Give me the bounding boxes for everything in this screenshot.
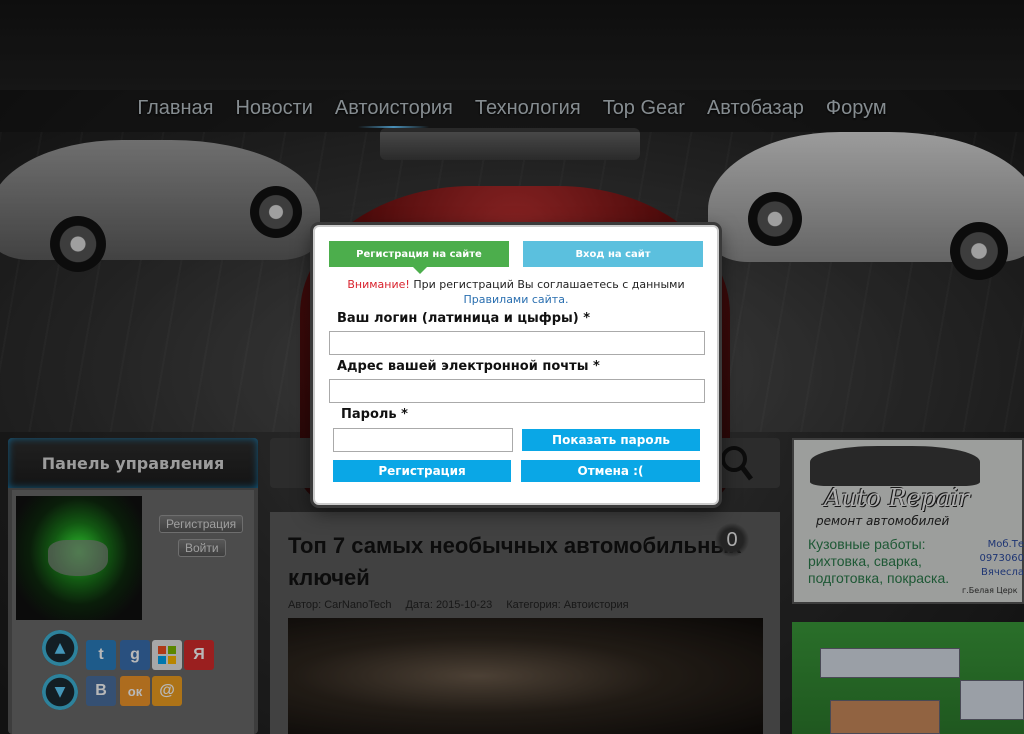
registration-notice: Внимание! При регистраций Вы соглашаетес… [315, 277, 717, 307]
registration-modal: Регистрация на сайте Вход на сайт Вниман… [313, 225, 719, 505]
show-password-button[interactable]: Показать пароль [522, 429, 700, 451]
tab-login[interactable]: Вход на сайт [523, 241, 703, 267]
login-input[interactable] [329, 331, 705, 355]
password-label: Пароль * [341, 407, 408, 422]
register-submit-button[interactable]: Регистрация [333, 460, 511, 482]
email-input[interactable] [329, 379, 705, 403]
site-rules-link[interactable]: Правилами сайта. [464, 293, 569, 306]
notice-text: При регистраций Вы соглашаетесь с данным… [413, 278, 685, 291]
tab-register[interactable]: Регистрация на сайте [329, 241, 509, 274]
email-label: Адрес вашей электронной почты * [337, 359, 600, 374]
notice-warning: Внимание! [347, 278, 410, 291]
password-input[interactable] [333, 428, 513, 452]
login-label: Ваш логин (латиница и цыфры) * [337, 311, 591, 326]
cancel-button[interactable]: Отмена :( [521, 460, 700, 482]
